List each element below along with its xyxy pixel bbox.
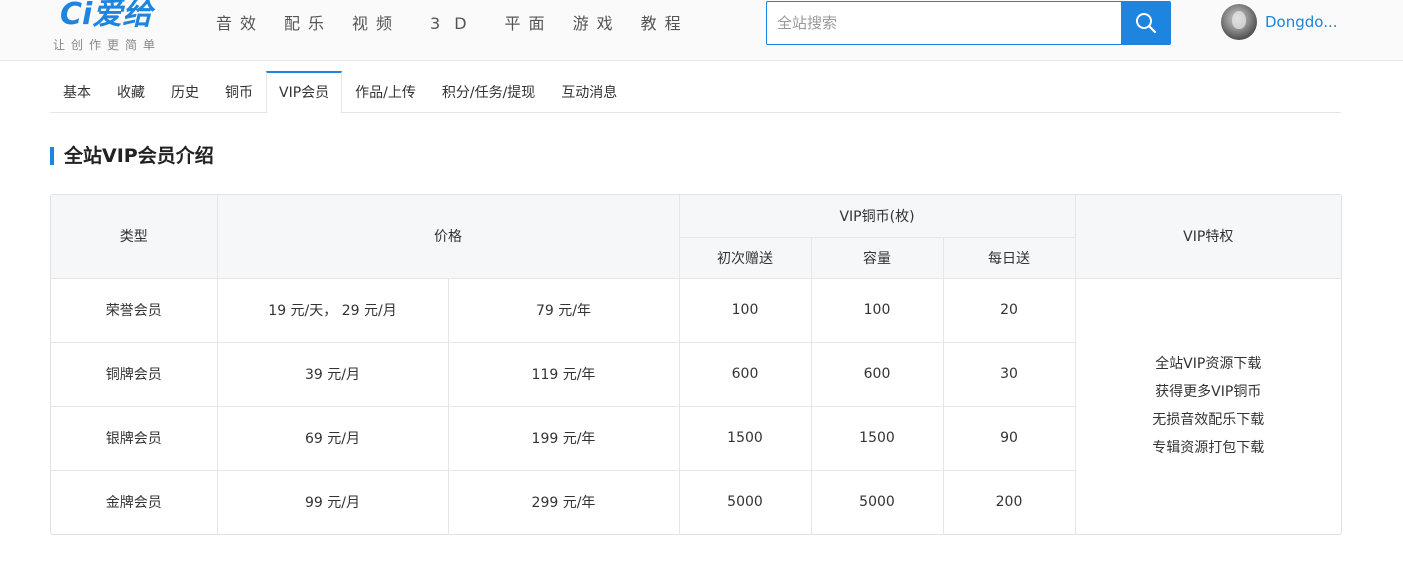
nav-item-sound-effects[interactable]: 音效 [216, 0, 264, 48]
cell-price-short: 19 元/天， 29 元/月 [216, 277, 449, 343]
tab-vip[interactable]: VIP会员 [266, 71, 343, 114]
avatar[interactable] [1221, 4, 1257, 40]
logo-name: 爱给 [92, 0, 153, 32]
logo-slogan: 让创作更简单 [53, 38, 162, 52]
cell-daily: 20 [942, 277, 1076, 343]
page-title: 全站VIP会员介绍 [64, 145, 214, 167]
header-vip-privilege: VIP特权 [1074, 195, 1341, 279]
main-nav: 音效 配乐 视频 3D 平面 游戏 教程 [216, 0, 709, 48]
tab-coins[interactable]: 铜币 [212, 71, 266, 113]
tab-basic[interactable]: 基本 [50, 71, 104, 113]
cell-daily: 30 [942, 341, 1075, 407]
account-tabs: 基本 收藏 历史 铜币 VIP会员 作品/上传 积分/任务/提现 互动消息 [50, 71, 1341, 114]
cell-daily: 90 [942, 405, 1075, 471]
cell-price-year: 199 元/年 [447, 405, 680, 471]
search-input[interactable] [766, 1, 1121, 45]
header-daily: 每日送 [942, 236, 1075, 279]
cell-initial: 600 [678, 341, 812, 407]
cell-privileges: 全站VIP资源下载 获得更多VIP铜币 无损音效配乐下载 专辑资源打包下载 [1074, 277, 1341, 534]
logo-mark-letters: Ci [60, 0, 93, 32]
nav-item-games[interactable]: 游戏 [573, 0, 621, 48]
cell-type: 银牌会员 [51, 405, 218, 471]
privilege-item: 专辑资源打包下载 [1152, 440, 1265, 456]
site-logo[interactable]: Ci爱给 让创作更简单 [53, 0, 183, 58]
cell-type: 荣誉会员 [51, 277, 218, 343]
tab-works-upload[interactable]: 作品/上传 [342, 71, 429, 113]
nav-item-3d[interactable]: 3D [430, 0, 481, 48]
cell-type: 金牌会员 [51, 469, 218, 534]
cell-capacity: 1500 [810, 405, 944, 471]
cell-price-short: 69 元/月 [216, 405, 449, 471]
nav-item-video[interactable]: 视频 [352, 0, 400, 48]
logo-mark: Ci爱给 [60, 0, 152, 30]
nav-item-music[interactable]: 配乐 [284, 0, 332, 48]
cell-price-short: 39 元/月 [216, 341, 449, 407]
cell-price-year: 79 元/年 [447, 277, 680, 343]
table-row: 荣誉会员 19 元/天， 29 元/月 79 元/年 100 100 20 全站… [51, 277, 1341, 534]
cell-price-year: 299 元/年 [447, 469, 680, 534]
vip-table-container: 类型 价格 VIP铜币(枚) VIP特权 初次赠送 容量 每日送 荣誉会员 19… [50, 194, 1342, 535]
nav-item-graphic[interactable]: 平面 [505, 0, 553, 48]
cell-initial: 100 [678, 277, 812, 343]
header-initial-gift: 初次赠送 [679, 236, 812, 279]
tab-favorites[interactable]: 收藏 [104, 71, 158, 113]
cell-capacity: 5000 [810, 469, 944, 534]
tab-messages[interactable]: 互动消息 [548, 71, 630, 113]
section-header: 全站VIP会员介绍 [50, 144, 214, 168]
nav-item-tutorials[interactable]: 教程 [641, 0, 689, 48]
cell-price-short: 99 元/月 [216, 469, 449, 534]
tab-history[interactable]: 历史 [158, 71, 212, 113]
cell-type: 铜牌会员 [51, 341, 218, 407]
cell-initial: 5000 [678, 469, 812, 534]
top-header: Ci爱给 让创作更简单 音效 配乐 视频 3D 平面 游戏 教程 Dongdo.… [0, 0, 1403, 61]
cell-price-year: 119 元/年 [447, 341, 680, 407]
search-bar [766, 1, 1171, 45]
cell-initial: 1500 [678, 405, 812, 471]
cell-capacity: 100 [810, 277, 944, 343]
header-capacity: 容量 [810, 236, 944, 279]
header-type: 类型 [51, 195, 218, 279]
privilege-item: 获得更多VIP铜币 [1155, 384, 1262, 400]
vip-table: 类型 价格 VIP铜币(枚) VIP特权 初次赠送 容量 每日送 荣誉会员 19… [51, 195, 1341, 534]
cell-daily: 200 [942, 469, 1075, 534]
header-price: 价格 [216, 195, 680, 279]
header-vip-coins: VIP铜币(枚) [678, 195, 1076, 238]
privilege-item: 全站VIP资源下载 [1155, 356, 1262, 372]
tab-points-tasks-withdraw[interactable]: 积分/任务/提现 [429, 71, 548, 113]
cell-capacity: 600 [810, 341, 944, 407]
search-icon [1136, 13, 1157, 34]
search-button[interactable] [1121, 1, 1171, 45]
user-menu[interactable]: Dongdo... [1221, 4, 1338, 40]
title-accent-bar [50, 147, 54, 165]
privilege-item: 无损音效配乐下载 [1152, 412, 1265, 428]
username[interactable]: Dongdo... [1265, 13, 1338, 31]
